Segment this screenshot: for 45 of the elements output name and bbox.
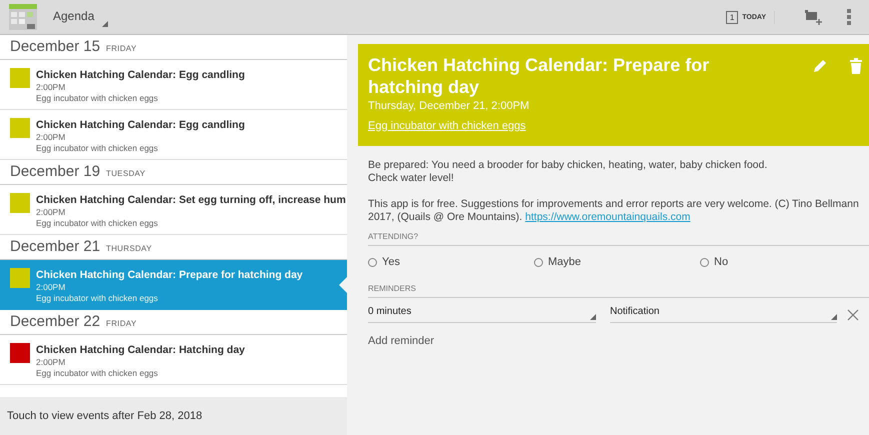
add-reminder-button[interactable]: Add reminder bbox=[368, 335, 866, 347]
event-calendar: Egg incubator with chicken eggs bbox=[36, 368, 159, 379]
new-event-icon[interactable] bbox=[805, 9, 823, 25]
event-datetime: Thursday, December 21, 2:00PM bbox=[368, 100, 530, 112]
section-header: ATTENDING? bbox=[368, 224, 869, 246]
reminder-time-dropdown[interactable]: 0 minutes bbox=[368, 306, 596, 323]
event-description: Be prepared: You need a brooder for baby chicken, heating, water, baby chicken food. Check water level! bbox=[368, 159, 768, 185]
event-time: 2:00PM bbox=[36, 132, 66, 143]
date-header: December 22 bbox=[10, 313, 100, 330]
event-calendar: Egg incubator with chicken eggs bbox=[36, 293, 159, 304]
agenda-event[interactable]: Chicken Hatching Calendar: Hatching day 2:00PM Egg incubator with chicken eggs bbox=[0, 335, 347, 385]
date-header: December 21 bbox=[10, 238, 100, 255]
weekday-label: TUESDAY bbox=[106, 169, 146, 178]
calendar-grid-icon[interactable] bbox=[9, 4, 37, 30]
load-more-events[interactable]: Touch to view events after Feb 28, 2018 bbox=[0, 397, 347, 435]
attending-option[interactable]: Maybe bbox=[534, 256, 700, 268]
close-icon[interactable] bbox=[847, 308, 859, 320]
agenda-event[interactable]: Chicken Hatching Calendar: Set egg turning off, increase hum 2:00PM Egg incubator with chicken eggs bbox=[0, 185, 347, 235]
date-header: December 15 bbox=[10, 38, 100, 55]
agenda-event[interactable]: Chicken Hatching Calendar: Egg candling 2:00PM Egg incubator with chicken eggs bbox=[0, 110, 347, 160]
weekday-label: FRIDAY bbox=[106, 44, 137, 53]
event-calendar: Egg incubator with chicken eggs bbox=[36, 218, 159, 229]
event-calendar: Egg incubator with chicken eggs bbox=[36, 93, 159, 104]
attending-option[interactable]: Yes bbox=[368, 256, 534, 268]
event-time: 2:00PM bbox=[36, 82, 66, 93]
event-title: Chicken Hatching Calendar: Hatching day bbox=[36, 343, 245, 357]
section-header: REMINDERS bbox=[368, 276, 869, 298]
event-time: 2:00PM bbox=[36, 207, 66, 218]
weekday-label: THURSDAY bbox=[106, 244, 152, 253]
event-time: 2:00PM bbox=[36, 357, 66, 368]
reminder-method-dropdown[interactable]: Notification bbox=[610, 306, 837, 323]
event-title: Chicken Hatching Calendar: Prepare for hatching day bbox=[368, 54, 710, 98]
app-note: This app is for free. Suggestions for improvements and error reports are very welcome. (C) Tino Bellmann 2017, (Quails @ Ore Mountains). https://www.oremountainquails.com bbox=[368, 198, 860, 224]
agenda-event[interactable]: Chicken Hatching Calendar: Egg candling 2:00PM Egg incubator with chicken eggs bbox=[0, 60, 347, 110]
weekday-label: FRIDAY bbox=[106, 319, 137, 328]
event-time: 2:00PM bbox=[36, 282, 66, 293]
view-dropdown[interactable]: Agenda bbox=[51, 5, 108, 29]
event-title: Chicken Hatching Calendar: Set egg turning off, increase hum bbox=[36, 193, 346, 207]
date-header: December 19 bbox=[10, 163, 100, 180]
event-title: Chicken Hatching Calendar: Prepare for hatching day bbox=[36, 268, 303, 282]
event-title: Chicken Hatching Calendar: Egg candling bbox=[36, 118, 245, 132]
overflow-menu-icon[interactable] bbox=[847, 9, 851, 25]
event-calendar: Egg incubator with chicken eggs bbox=[36, 143, 159, 154]
attending-option[interactable]: No bbox=[700, 256, 866, 268]
event-title: Chicken Hatching Calendar: Egg candling bbox=[36, 68, 245, 82]
